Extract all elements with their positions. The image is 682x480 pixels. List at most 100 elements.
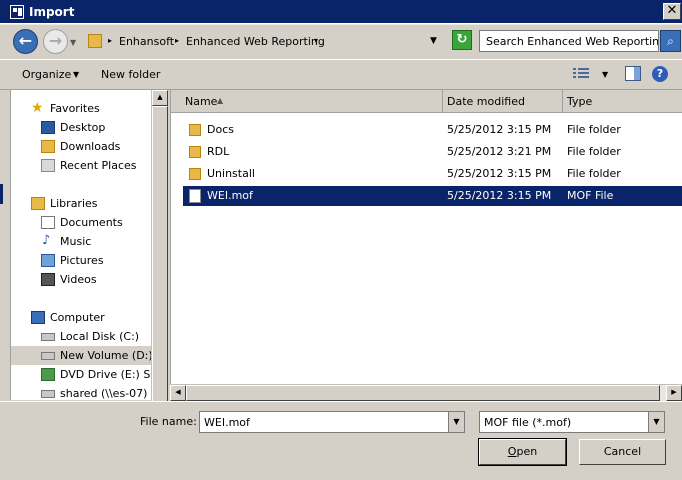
breadcrumb-separator-icon[interactable]: ▸ <box>175 36 179 45</box>
change-view-icon[interactable] <box>573 67 589 80</box>
nav-label: DVD Drive (E:) SCC <box>60 368 151 381</box>
address-row: ← → ▼ ▸ Enhansoft ▸ Enhanced Web Reporti… <box>0 25 682 59</box>
drive-icon <box>41 352 55 360</box>
folder-icon <box>88 34 102 48</box>
address-bar[interactable]: ▸ Enhansoft ▸ Enhanced Web Reporting ▾ <box>82 30 448 52</box>
file-name-dropdown-icon[interactable]: ▼ <box>448 412 464 432</box>
nav-downloads[interactable]: Downloads <box>11 137 151 156</box>
recent-places-icon <box>41 159 55 172</box>
import-dialog: Import ✕ ← → ▼ ▸ Enhansoft ▸ Enhanced We… <box>0 0 682 480</box>
nav-recent-places[interactable]: Recent Places <box>11 156 151 175</box>
nav-documents[interactable]: Documents <box>11 213 151 232</box>
drive-icon <box>41 333 55 341</box>
file-name-label: File name: <box>140 415 197 428</box>
breadcrumb-dropdown-icon[interactable]: ▾ <box>314 36 318 45</box>
file-type-dropdown-icon[interactable]: ▼ <box>648 412 664 432</box>
open-button[interactable]: Open <box>478 438 567 466</box>
nav-music[interactable]: ♪ Music <box>11 232 151 251</box>
nav-label: Recent Places <box>60 159 137 172</box>
file-name-value: WEI.mof <box>204 416 250 429</box>
file-name: Docs <box>207 123 234 136</box>
nav-local-disk-c[interactable]: Local Disk (C:) <box>11 327 151 346</box>
command-bar: Organize ▼ New folder ▼ ? <box>0 59 682 90</box>
nav-label: Pictures <box>60 254 104 267</box>
file-date: 5/25/2012 3:21 PM <box>447 145 552 158</box>
libraries-icon <box>31 197 45 210</box>
column-date-modified[interactable]: Date modified <box>443 90 563 113</box>
nav-desktop[interactable]: Desktop <box>11 118 151 137</box>
breadcrumb-enhansoft[interactable]: Enhansoft <box>119 35 174 48</box>
file-row-rdl[interactable]: RDL 5/25/2012 3:21 PM File folder <box>183 142 682 162</box>
breadcrumb-separator-icon[interactable]: ▸ <box>108 36 112 45</box>
nav-new-volume-d[interactable]: New Volume (D:) <box>11 346 151 365</box>
dvd-icon <box>41 368 55 381</box>
scroll-thumb[interactable] <box>152 106 168 416</box>
music-icon: ♪ <box>42 233 51 248</box>
nav-label: shared (\\es-07) (S <box>60 387 151 400</box>
computer-icon <box>31 311 45 324</box>
nav-favorites[interactable]: ★ Favorites <box>11 99 151 118</box>
help-icon[interactable]: ? <box>652 66 668 82</box>
file-name-input[interactable]: WEI.mof ▼ <box>199 411 465 433</box>
file-type-select[interactable]: MOF file (*.mof) ▼ <box>479 411 665 433</box>
forward-button[interactable]: → <box>43 29 68 54</box>
file-row-docs[interactable]: Docs 5/25/2012 3:15 PM File folder <box>183 120 682 140</box>
file-icon <box>189 189 201 203</box>
nav-pictures[interactable]: Pictures <box>11 251 151 270</box>
horizontal-scrollbar[interactable]: ◀ ▶ <box>170 384 682 401</box>
nav-label: Favorites <box>50 102 100 115</box>
column-name[interactable]: Name ▲ <box>171 90 443 113</box>
history-dropdown-icon[interactable]: ▼ <box>70 38 76 47</box>
scroll-up-icon[interactable]: ▲ <box>152 90 168 106</box>
scroll-thumb[interactable] <box>186 385 660 401</box>
cancel-button[interactable]: Cancel <box>579 439 666 465</box>
column-headers: Name ▲ Date modified Type <box>171 90 682 113</box>
column-label: Name <box>185 95 218 108</box>
preview-pane-icon[interactable] <box>625 66 641 81</box>
nav-libraries[interactable]: Libraries <box>11 194 151 213</box>
organize-dropdown-icon[interactable]: ▼ <box>73 70 79 79</box>
close-button[interactable]: ✕ <box>663 3 681 20</box>
refresh-icon[interactable]: ↻ <box>452 30 472 50</box>
videos-icon <box>41 273 55 286</box>
scroll-right-icon[interactable]: ▶ <box>666 385 682 401</box>
open-label: pen <box>516 445 538 458</box>
documents-icon <box>41 216 55 229</box>
address-dropdown-icon[interactable]: ▼ <box>430 36 437 46</box>
file-date: 5/25/2012 3:15 PM <box>447 189 552 202</box>
window-title: Import <box>29 5 75 19</box>
file-list: Name ▲ Date modified Type Docs 5/25/2012… <box>170 90 682 400</box>
breadcrumb-enhanced-web-reporting[interactable]: Enhanced Web Reporting <box>186 35 325 48</box>
navigation-pane: ★ Favorites Desktop Downloads Recent Pla… <box>10 90 151 400</box>
star-icon: ★ <box>31 100 44 116</box>
downloads-icon <box>41 140 55 153</box>
new-folder-button[interactable]: New folder <box>101 68 160 81</box>
nav-label: Documents <box>60 216 123 229</box>
organize-button[interactable]: Organize <box>22 68 71 81</box>
column-label: Date modified <box>447 95 525 108</box>
file-date: 5/25/2012 3:15 PM <box>447 123 552 136</box>
file-row-uninstall[interactable]: Uninstall 5/25/2012 3:15 PM File folder <box>183 164 682 184</box>
nav-label: New Volume (D:) <box>60 349 151 362</box>
nav-shared-s[interactable]: shared (\\es-07) (S <box>11 384 151 400</box>
nav-videos[interactable]: Videos <box>11 270 151 289</box>
nav-label: Music <box>60 235 92 248</box>
file-type: File folder <box>567 123 621 136</box>
nav-dvd-drive-e[interactable]: DVD Drive (E:) SCC <box>11 365 151 384</box>
file-row-wei-mof[interactable]: WEI.mof 5/25/2012 3:15 PM MOF File <box>183 186 682 206</box>
folder-icon <box>189 168 201 180</box>
window-icon <box>10 5 24 19</box>
search-input[interactable]: Search Enhanced Web Reporting <box>479 30 659 52</box>
sort-ascending-icon: ▲ <box>217 96 224 105</box>
nav-label: Videos <box>60 273 97 286</box>
file-name: RDL <box>207 145 230 158</box>
view-dropdown-icon[interactable]: ▼ <box>602 70 608 79</box>
desktop-icon <box>41 121 55 134</box>
scroll-left-icon[interactable]: ◀ <box>170 385 186 401</box>
back-button[interactable]: ← <box>13 29 38 54</box>
nav-computer[interactable]: Computer <box>11 308 151 327</box>
search-icon[interactable]: ⌕ <box>660 30 681 52</box>
title-bar[interactable]: Import ✕ <box>0 0 682 24</box>
nav-scrollbar[interactable]: ▲ <box>151 90 168 416</box>
column-type[interactable]: Type <box>563 90 682 113</box>
